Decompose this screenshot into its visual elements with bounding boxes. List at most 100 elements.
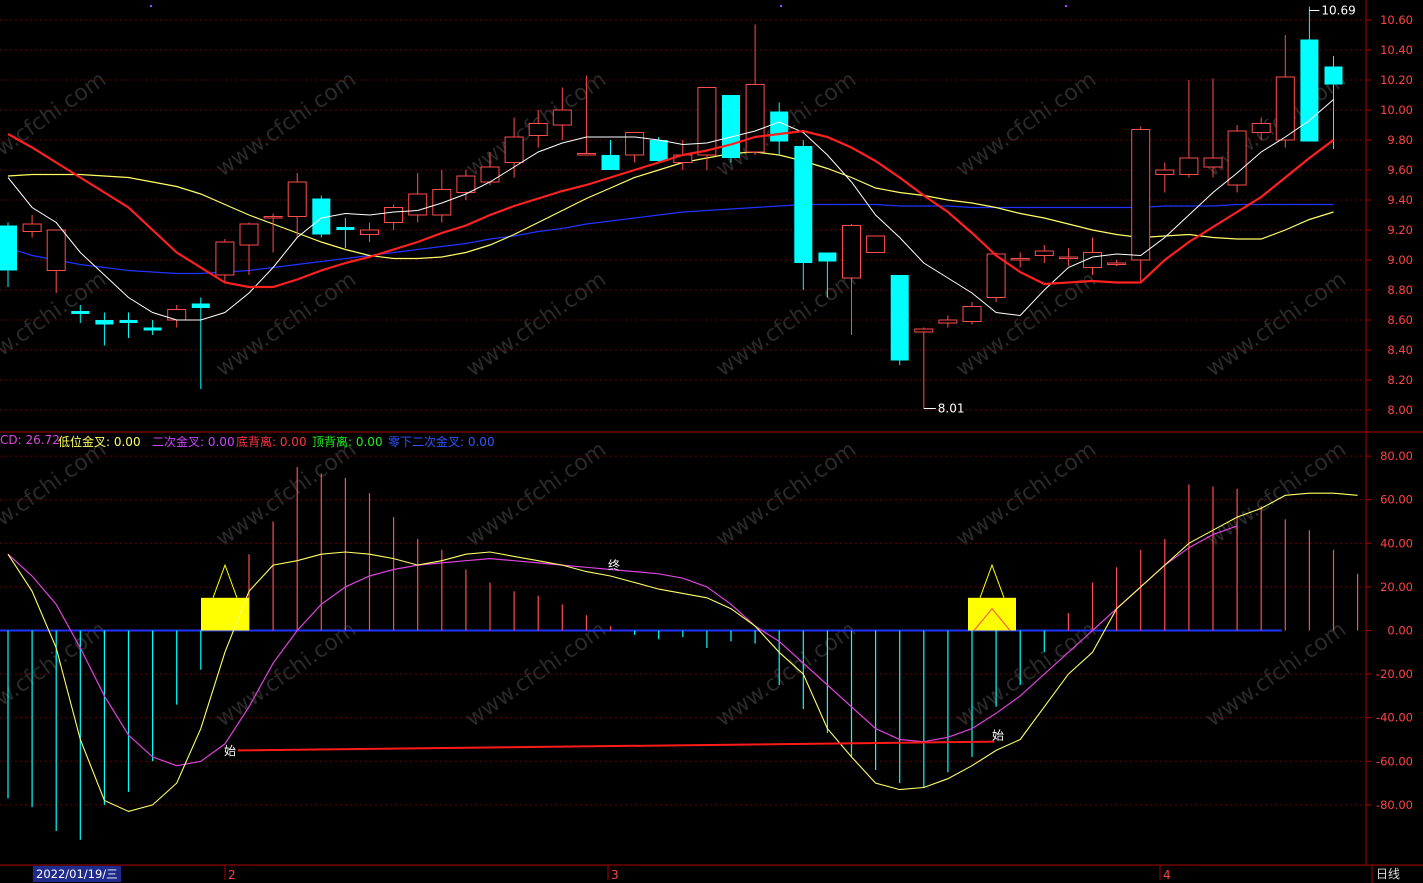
watermark-text: www.cfchi.com: [0, 267, 111, 382]
price-tick-label: 9.00: [1387, 253, 1413, 267]
candle-body-down: [818, 252, 837, 262]
price-tick-label: 10.20: [1380, 73, 1413, 87]
macd-tick-label: 80.00: [1380, 449, 1413, 463]
candle-body-up: [576, 153, 596, 156]
price-tick-label: 10.00: [1380, 103, 1413, 117]
candle-body-up: [1275, 76, 1295, 141]
macd-tick-label: 40.00: [1380, 536, 1413, 550]
cursor-date-box: 2022/01/19/三: [33, 866, 121, 882]
watermark-text: www.cfchi.com: [212, 437, 361, 552]
price-tick-label: 8.40: [1387, 343, 1413, 357]
price-tick-label: 8.80: [1387, 283, 1413, 297]
candle-body-up: [1203, 157, 1223, 168]
watermark-text: www.cfchi.com: [462, 437, 611, 552]
candle-body-down: [1300, 39, 1319, 142]
candle-body-up: [480, 166, 500, 183]
candle-body-up: [46, 229, 66, 271]
watermark-text: www.cfchi.com: [952, 617, 1101, 732]
price-tick-label: 10.40: [1380, 43, 1413, 57]
candle-body-up: [1107, 262, 1127, 265]
candle-body-down: [119, 320, 138, 323]
signal-box: [968, 597, 1016, 631]
candle-body-up: [866, 235, 886, 253]
candle-body-up: [360, 229, 379, 235]
macd-tick-label: 20.00: [1380, 580, 1413, 594]
candle-body-up: [504, 136, 524, 163]
watermark-text: www.cfchi.com: [1202, 267, 1351, 382]
month-label: 2: [228, 868, 236, 882]
watermark-text: www.cfchi.com: [0, 67, 111, 182]
macd-tick-label: -60.00: [1376, 754, 1413, 768]
candle-body-up: [745, 84, 765, 153]
second-cross-label: 二次金叉: 0.00: [152, 435, 235, 449]
price-tick-label: 8.00: [1387, 403, 1413, 417]
high-price-label: 10.69: [1321, 4, 1355, 18]
macd-value-label: CD: 26.72: [0, 433, 60, 447]
candle-body-up: [697, 87, 717, 156]
price-tick-label: 9.20: [1387, 223, 1413, 237]
zero-second-cross-label: 零下二次金叉: 0.00: [388, 435, 495, 449]
macd-tick-label: -20.00: [1376, 667, 1413, 681]
candle-body-up: [384, 207, 404, 223]
candle-body-down: [71, 311, 90, 314]
watermark-text: www.cfchi.com: [952, 267, 1101, 382]
candle-body-down: [890, 275, 909, 361]
macd-tick-label: 0.00: [1387, 624, 1413, 638]
start-marker: 始: [992, 729, 1004, 743]
candle-body-up: [456, 175, 476, 193]
candle-body-down: [722, 95, 740, 158]
candle-body-up: [1227, 130, 1247, 186]
candle-body-down: [0, 225, 17, 271]
candle-body-down: [770, 111, 789, 142]
watermark-text: www.cfchi.com: [712, 267, 861, 382]
candle-body-down: [191, 303, 210, 308]
candle-body-up: [1155, 169, 1175, 175]
price-tick-label: 10.60: [1380, 13, 1413, 27]
end-marker: 终: [608, 557, 620, 572]
candle-body-up: [432, 189, 452, 216]
candle-body-up: [1251, 123, 1271, 133]
month-label: 4: [1163, 868, 1171, 882]
low-price-label: 8.01: [938, 402, 965, 416]
candle-body-up: [1131, 129, 1151, 261]
watermark-text: www.cfchi.com: [212, 67, 361, 182]
top-marker-dot: [780, 5, 782, 7]
month-label: 3: [611, 868, 619, 882]
price-tick-label: 8.60: [1387, 313, 1413, 327]
top-divergence-label: 顶背离: 0.00: [312, 435, 383, 449]
candle-body-up: [625, 132, 645, 156]
watermark-text: www.cfchi.com: [712, 617, 861, 732]
macd-tick-label: 60.00: [1380, 493, 1413, 507]
signal-triangle: [212, 563, 238, 598]
candle-body-down: [336, 227, 355, 230]
candle-body-up: [938, 319, 958, 324]
candle-body-down: [601, 155, 620, 170]
price-tick-label: 9.60: [1387, 163, 1413, 177]
candle-body-up: [215, 241, 235, 276]
candle-body-up: [914, 328, 934, 333]
macd-tick-label: -40.00: [1376, 711, 1413, 725]
candle-body-down: [95, 320, 114, 325]
bottom-divergence-label: 底背离: 0.00: [236, 435, 307, 449]
signal-triangle: [979, 563, 1005, 598]
candle-body-up: [528, 123, 548, 136]
macd-tick-label: -80.00: [1376, 798, 1413, 812]
watermark-text: www.cfchi.com: [462, 617, 611, 732]
price-tick-label: 9.80: [1387, 133, 1413, 147]
price-tick-label: 8.20: [1387, 373, 1413, 387]
candle-body-up: [842, 225, 861, 279]
watermark-text: www.cfchi.com: [0, 437, 111, 552]
candle-body-up: [408, 193, 428, 216]
price-tick-label: 9.40: [1387, 193, 1413, 207]
signal-box: [201, 597, 249, 631]
candle-body-up: [1058, 256, 1078, 259]
candle-body-up: [1034, 250, 1054, 256]
watermark-text: www.cfchi.com: [952, 437, 1101, 552]
period-button[interactable]: 日线: [1376, 866, 1400, 882]
candle-body-down: [1324, 66, 1343, 85]
candle-body-up: [263, 216, 283, 219]
candle-body-down: [143, 327, 162, 331]
candle-body-down: [794, 146, 813, 263]
watermark-text: www.cfchi.com: [1202, 437, 1351, 552]
candle-body-up: [1179, 157, 1199, 175]
